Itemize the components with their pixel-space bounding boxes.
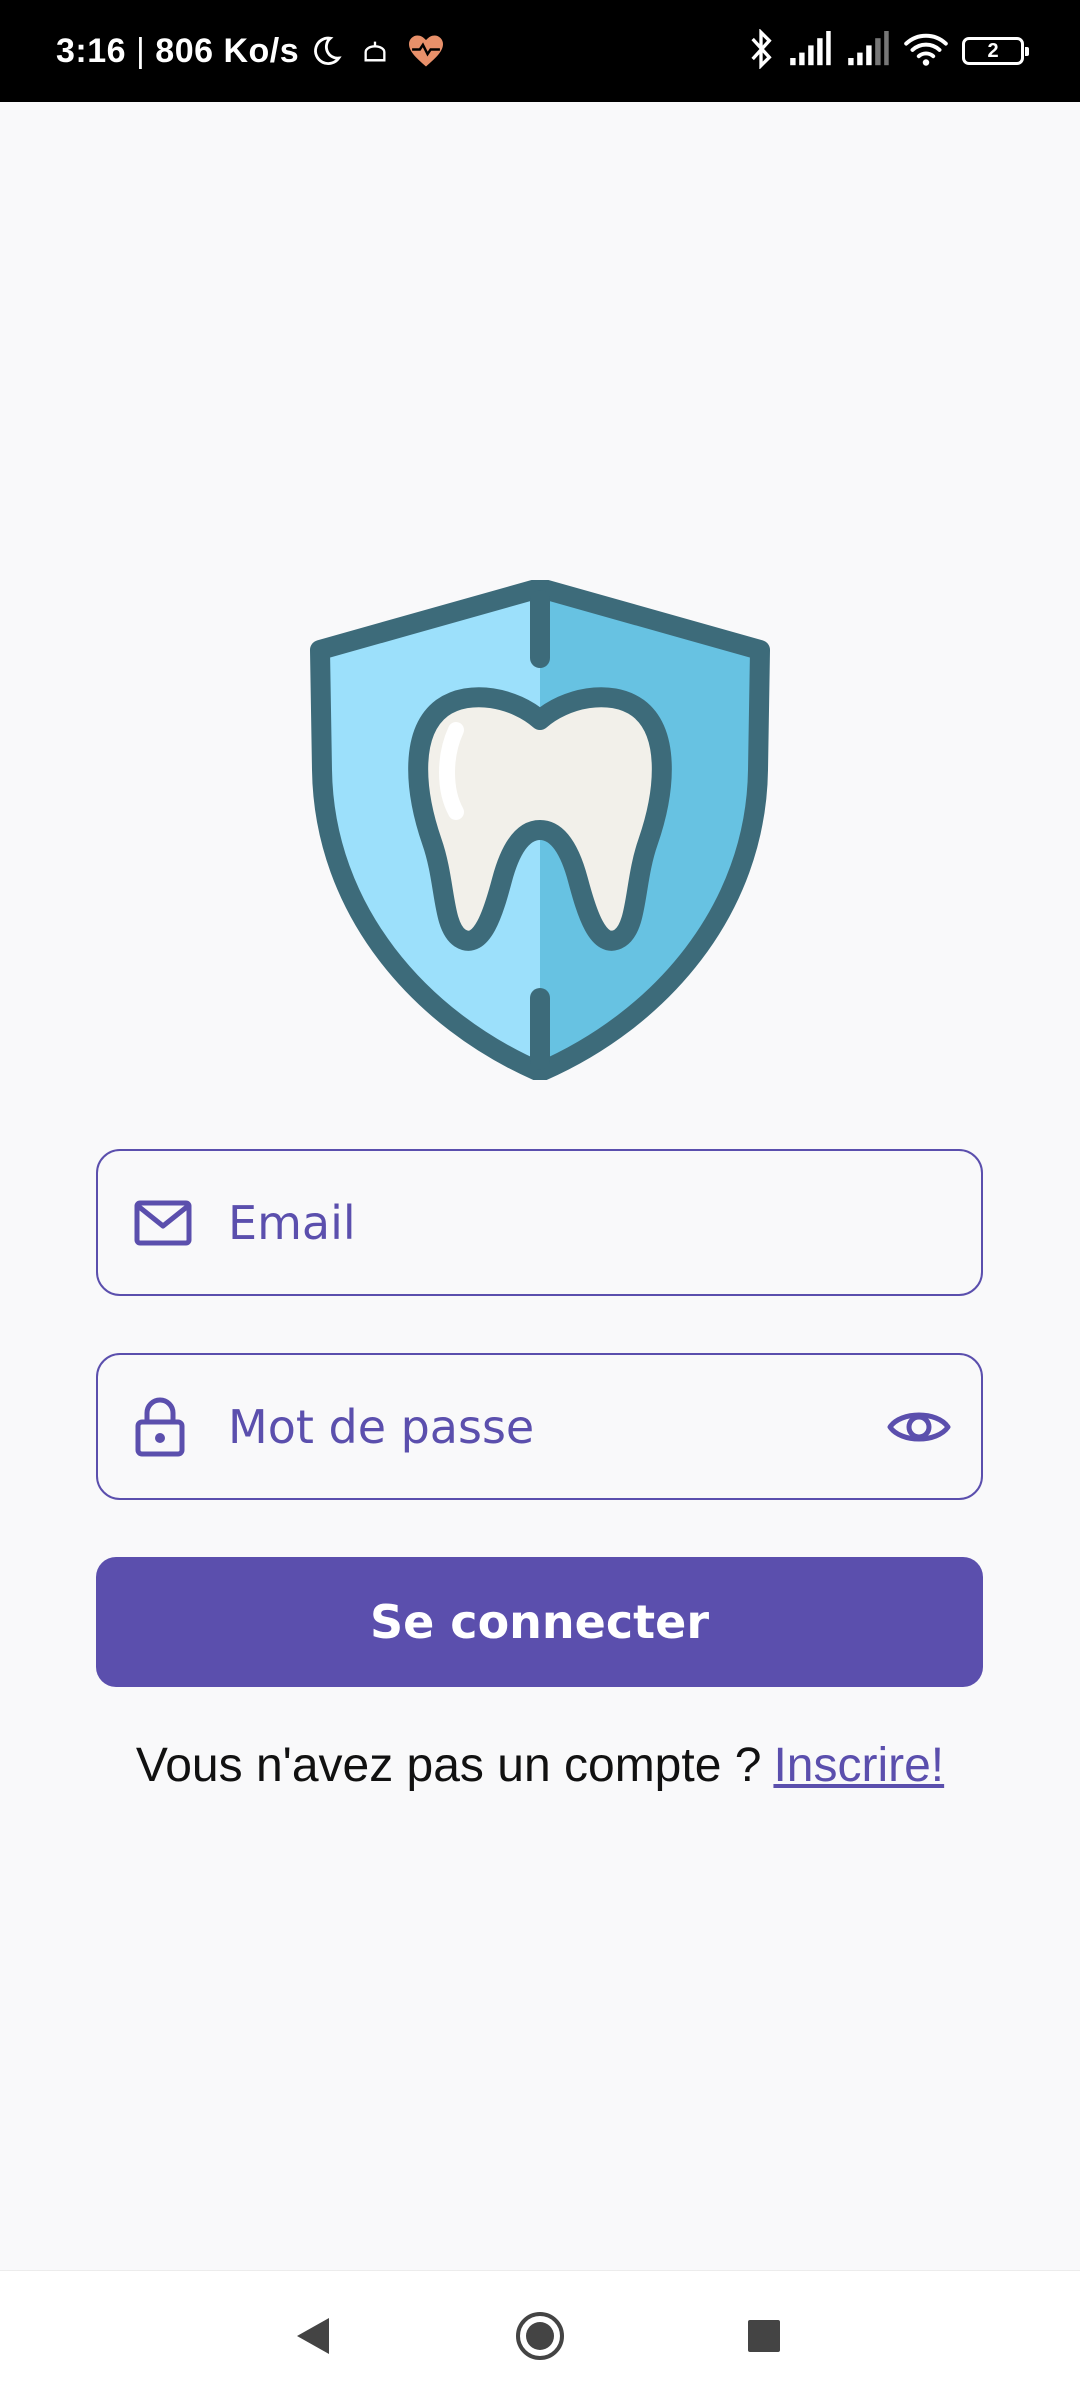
lock-icon: [134, 1396, 186, 1458]
back-icon[interactable]: [293, 2315, 333, 2357]
eye-icon[interactable]: [887, 1405, 951, 1449]
mosque-icon: [361, 37, 389, 65]
signup-prompt-text: Vous n'avez pas un compte ?: [135, 1739, 762, 1792]
status-separator: |: [126, 31, 156, 70]
password-field[interactable]: [96, 1353, 983, 1500]
email-field[interactable]: [96, 1149, 983, 1296]
email-input[interactable]: [228, 1151, 871, 1294]
mail-icon: [134, 1200, 192, 1246]
login-button[interactable]: Se connecter: [96, 1557, 983, 1687]
signal-icon-2: [846, 30, 890, 72]
recents-icon[interactable]: [746, 2318, 782, 2354]
bluetooth-icon: [748, 27, 774, 74]
signup-prompt-line: Vous n'avez pas un compte ? Inscrire!: [0, 1738, 1080, 1793]
signup-link[interactable]: Inscrire!: [773, 1739, 944, 1792]
status-left: 3:16 | 806 Ko/s: [56, 0, 445, 102]
system-nav-bar: [0, 2270, 1080, 2400]
tooth-shield-logo: [310, 578, 770, 1082]
password-input[interactable]: [228, 1355, 871, 1498]
heart-pulse-icon: [407, 34, 445, 68]
status-right: 2: [748, 0, 1029, 102]
signal-icon: [788, 30, 832, 72]
login-screen: 3:16 | 806 Ko/s 2 Email Se connecter Vou…: [0, 0, 1080, 2400]
moon-icon: [309, 34, 343, 68]
status-time: 3:16: [56, 31, 127, 70]
battery-icon: 2: [962, 37, 1029, 65]
status-bar: 3:16 | 806 Ko/s 2: [0, 0, 1080, 102]
network-speed: 806 Ko/s: [155, 31, 300, 70]
wifi-icon: [904, 31, 948, 72]
home-icon[interactable]: [514, 2310, 566, 2362]
